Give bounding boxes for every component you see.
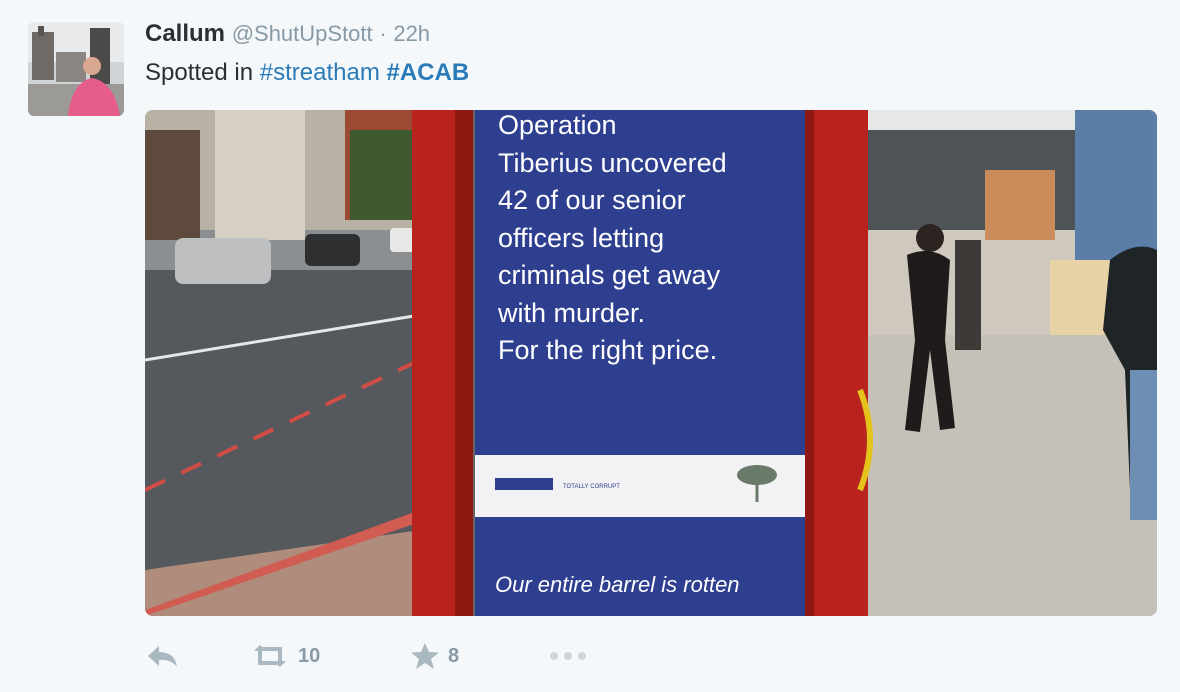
more-options-button[interactable] bbox=[547, 636, 589, 676]
tweet-text: Spotted in #streatham #ACAB bbox=[145, 56, 469, 90]
tweet-header: Callum @ShutUpStott · 22h bbox=[145, 18, 430, 50]
retweet-count: 10 bbox=[298, 644, 321, 667]
author-name[interactable]: Callum bbox=[145, 20, 225, 47]
author-handle[interactable]: @ShutUpStott bbox=[232, 21, 373, 46]
avatar-image bbox=[28, 22, 124, 116]
poster-body-text: Operation Tiberius uncovered 42 of our s… bbox=[498, 110, 727, 365]
tweet-actions: 10 8 bbox=[145, 636, 605, 676]
reply-icon bbox=[148, 646, 177, 667]
poster-strip-text: TOTALLY CORRUPT bbox=[563, 484, 620, 490]
reply-button[interactable] bbox=[145, 636, 179, 676]
tweet-photo[interactable]: TOTALLY CORRUPT Operation Tiberius uncov… bbox=[145, 110, 1157, 616]
tweet-card: Callum @ShutUpStott · 22h Spotted in #st… bbox=[0, 0, 1180, 692]
tweet-text-prefix: Spotted in bbox=[145, 59, 254, 86]
hashtag-streatham[interactable]: #streatham bbox=[260, 59, 380, 86]
tweet-timestamp[interactable]: 22h bbox=[393, 21, 430, 46]
hashtag-acab[interactable]: #ACAB bbox=[387, 59, 470, 86]
more-icon bbox=[550, 652, 586, 660]
star-icon bbox=[411, 643, 439, 669]
retweet-icon bbox=[254, 645, 286, 667]
header-separator: · bbox=[379, 21, 387, 46]
favorite-button[interactable]: 8 bbox=[410, 636, 459, 676]
poster-footer-text: Our entire barrel is rotten bbox=[495, 572, 740, 597]
avatar[interactable] bbox=[28, 22, 124, 116]
favorite-count: 8 bbox=[448, 644, 460, 667]
retweet-button[interactable]: 10 bbox=[250, 636, 320, 676]
